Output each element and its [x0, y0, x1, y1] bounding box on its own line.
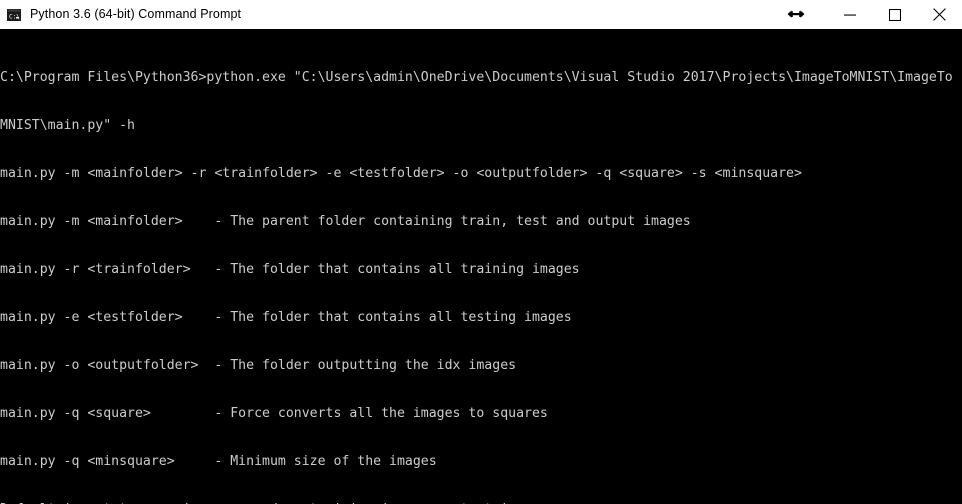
horizontal-resize-cursor-icon — [786, 4, 806, 24]
minimize-button[interactable] — [827, 0, 872, 29]
close-button[interactable] — [917, 0, 962, 29]
command-prompt-icon: C:\ — [6, 7, 22, 23]
command-prompt-window: C:\ Python 3.6 (64-bit) Command Prompt C… — [0, 0, 962, 504]
console-line: C:\Program Files\Python36>python.exe "C:… — [0, 70, 953, 85]
console-text: C:\Program Files\Python36>python.exe "C:… — [0, 29, 962, 504]
console-line: main.py -r <trainfolder> - The folder th… — [0, 262, 580, 277]
console-line: MNIST\main.py" -h — [0, 118, 135, 133]
console-line: main.py -q <square> - Force converts all… — [0, 406, 548, 421]
title-bar[interactable]: C:\ Python 3.6 (64-bit) Command Prompt — [0, 0, 962, 29]
window-title: Python 3.6 (64-bit) Command Prompt — [30, 7, 242, 21]
console-line: main.py -m <mainfolder> - The parent fol… — [0, 214, 691, 229]
console-line: main.py -o <outputfolder> - The folder o… — [0, 358, 517, 373]
console-line: main.py -e <testfolder> - The folder tha… — [0, 310, 572, 325]
console-line: main.py -m <mainfolder> -r <trainfolder>… — [0, 166, 802, 181]
maximize-button[interactable] — [872, 0, 917, 29]
console-output-area[interactable]: C:\Program Files\Python36>python.exe "C:… — [0, 29, 962, 504]
console-line: main.py -q <minsquare> - Minimum size of… — [0, 454, 437, 469]
